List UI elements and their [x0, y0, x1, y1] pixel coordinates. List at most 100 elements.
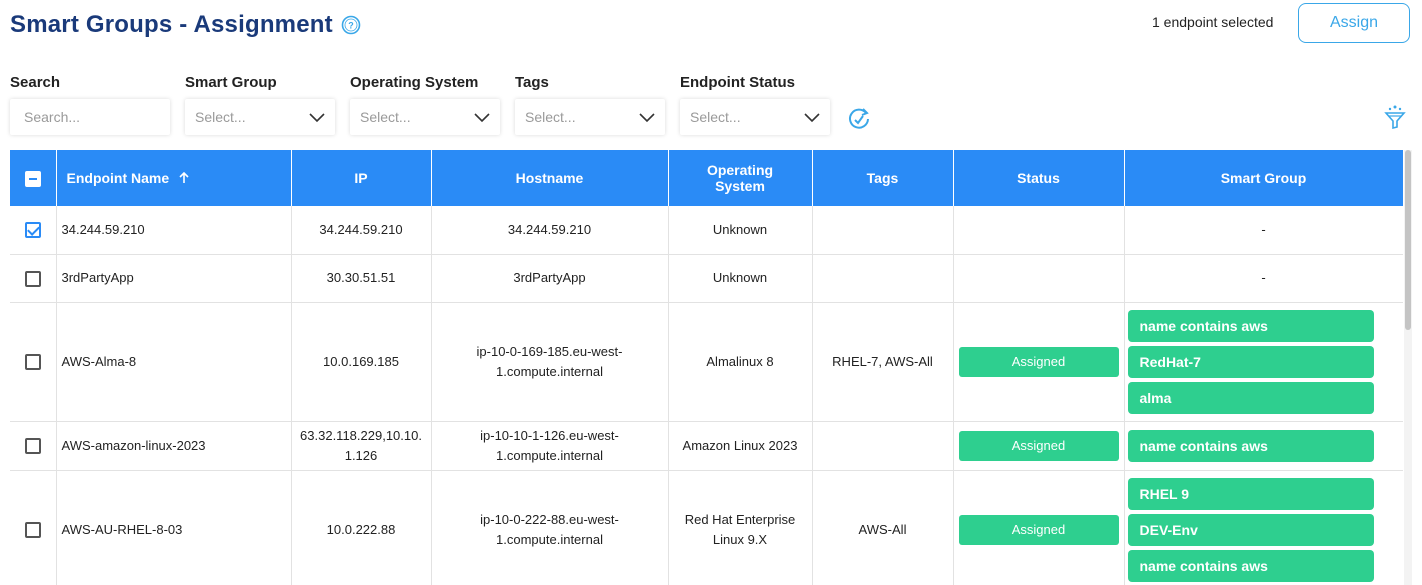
endpoint-status-placeholder: Select... [690, 109, 741, 125]
row-checkbox[interactable] [24, 354, 41, 371]
column-header-tags[interactable]: Tags [812, 150, 954, 206]
status-cell: Assigned [953, 470, 1125, 585]
row-select-cell [10, 254, 57, 303]
status-cell [953, 254, 1125, 303]
smart-group-cell: - [1124, 206, 1403, 255]
chevron-down-icon [474, 113, 490, 123]
endpoints-table: Endpoint Name IP Hostname Operating Syst… [10, 150, 1403, 585]
table-scrollbar[interactable] [1404, 150, 1412, 585]
tags-cell: AWS-All [812, 470, 954, 585]
smart-group-cell: RHEL 9 DEV-Env name contains aws [1124, 470, 1403, 585]
smart-group-label: Smart Group [185, 74, 277, 91]
tags-placeholder: Select... [525, 109, 576, 125]
row-select-cell [10, 470, 57, 585]
hostname-cell: ip-10-10-1-126.eu-west-1.compute.interna… [431, 421, 669, 471]
smart-group-select[interactable]: Select... [185, 99, 335, 135]
page-title: Smart Groups - Assignment [10, 11, 333, 38]
endpoint-name-cell: AWS-AU-RHEL-8-03 [56, 470, 292, 585]
column-header-os[interactable]: Operating System [668, 150, 813, 206]
ip-cell: 30.30.51.51 [291, 254, 432, 303]
help-icon[interactable]: ? [341, 15, 361, 35]
column-header-smart-group[interactable]: Smart Group [1124, 150, 1403, 206]
ip-cell: 10.0.222.88 [291, 470, 432, 585]
os-cell: Unknown [668, 254, 813, 303]
hostname-cell: ip-10-0-169-185.eu-west-1.compute.intern… [431, 302, 669, 422]
endpoint-name-cell: 34.244.59.210 [56, 206, 292, 255]
endpoint-name-header-label: Endpoint Name [66, 170, 170, 186]
table-row[interactable]: AWS-Alma-8 10.0.169.185 ip-10-0-169-185.… [10, 302, 1403, 422]
tags-cell [812, 254, 954, 303]
row-checkbox[interactable] [24, 222, 41, 239]
table-row[interactable]: AWS-amazon-linux-2023 63.32.118.229,10.1… [10, 421, 1403, 471]
tags-select[interactable]: Select... [515, 99, 665, 135]
smart-group-tag: name contains aws [1127, 309, 1374, 342]
smart-group-tag: RedHat-7 [1127, 345, 1374, 378]
row-checkbox[interactable] [24, 270, 41, 287]
table-header-row: Endpoint Name IP Hostname Operating Syst… [10, 150, 1403, 206]
smart-group-placeholder: Select... [195, 109, 246, 125]
status-badge: Assigned [958, 430, 1119, 461]
tags-cell [812, 421, 954, 471]
tags-label: Tags [515, 74, 549, 91]
os-label: Operating System [350, 74, 479, 91]
status-cell [953, 206, 1125, 255]
smart-group-cell: name contains aws RedHat-7 alma [1124, 302, 1403, 422]
smart-group-tag: name contains aws [1127, 429, 1374, 462]
status-badge: Assigned [958, 346, 1119, 377]
funnel-filter-icon[interactable] [1384, 104, 1406, 130]
hostname-cell: 34.244.59.210 [431, 206, 669, 255]
row-checkbox[interactable] [24, 438, 41, 455]
smart-group-tag: name contains aws [1127, 549, 1374, 582]
table-row[interactable]: AWS-AU-RHEL-8-03 10.0.222.88 ip-10-0-222… [10, 470, 1403, 585]
os-cell: Unknown [668, 206, 813, 255]
chevron-down-icon [639, 113, 655, 123]
status-cell: Assigned [953, 302, 1125, 422]
tags-cell [812, 206, 954, 255]
os-placeholder: Select... [360, 109, 411, 125]
table-row[interactable]: 34.244.59.210 34.244.59.210 34.244.59.21… [10, 206, 1403, 255]
hostname-cell: ip-10-0-222-88.eu-west-1.compute.interna… [431, 470, 669, 585]
column-header-ip[interactable]: IP [291, 150, 432, 206]
smart-group-tag: DEV-Env [1127, 513, 1374, 546]
reset-filters-icon[interactable] [846, 105, 872, 131]
row-select-cell [10, 302, 57, 422]
os-cell: Amazon Linux 2023 [668, 421, 813, 471]
search-input[interactable]: Search... [10, 99, 170, 135]
endpoint-name-cell: 3rdPartyApp [56, 254, 292, 303]
column-header-endpoint-name[interactable]: Endpoint Name [56, 150, 292, 206]
assign-button[interactable]: Assign [1298, 3, 1410, 43]
row-checkbox[interactable] [24, 522, 41, 539]
endpoint-status-label: Endpoint Status [680, 74, 795, 91]
ip-cell: 10.0.169.185 [291, 302, 432, 422]
hostname-cell: 3rdPartyApp [431, 254, 669, 303]
select-all-header [10, 150, 57, 206]
tags-cell: RHEL-7, AWS-All [812, 302, 954, 422]
column-header-hostname[interactable]: Hostname [431, 150, 669, 206]
endpoint-status-select[interactable]: Select... [680, 99, 830, 135]
endpoint-name-cell: AWS-Alma-8 [56, 302, 292, 422]
select-all-checkbox[interactable] [24, 170, 41, 187]
scrollbar-thumb[interactable] [1405, 150, 1411, 330]
os-select[interactable]: Select... [350, 99, 500, 135]
smart-group-tag: RHEL 9 [1127, 477, 1374, 510]
smart-group-cell: name contains aws [1124, 421, 1403, 471]
svg-text:?: ? [348, 21, 354, 31]
search-label: Search [10, 74, 61, 91]
column-header-status[interactable]: Status [953, 150, 1125, 206]
selected-count: 1 endpoint selected [1152, 14, 1274, 30]
ip-cell: 63.32.118.229,10.10.1.126 [291, 421, 432, 471]
endpoint-name-cell: AWS-amazon-linux-2023 [56, 421, 292, 471]
status-cell: Assigned [953, 421, 1125, 471]
status-badge: Assigned [958, 514, 1119, 545]
ip-cell: 34.244.59.210 [291, 206, 432, 255]
row-select-cell [10, 421, 57, 471]
page-header: Smart Groups - Assignment ? [10, 8, 361, 42]
smart-group-tag: alma [1127, 381, 1374, 414]
chevron-down-icon [804, 113, 820, 123]
smart-group-cell: - [1124, 254, 1403, 303]
table-row[interactable]: 3rdPartyApp 30.30.51.51 3rdPartyApp Unkn… [10, 254, 1403, 303]
row-select-cell [10, 206, 57, 255]
os-cell: Almalinux 8 [668, 302, 813, 422]
sort-ascending-icon [179, 171, 189, 183]
search-placeholder: Search... [24, 109, 81, 125]
